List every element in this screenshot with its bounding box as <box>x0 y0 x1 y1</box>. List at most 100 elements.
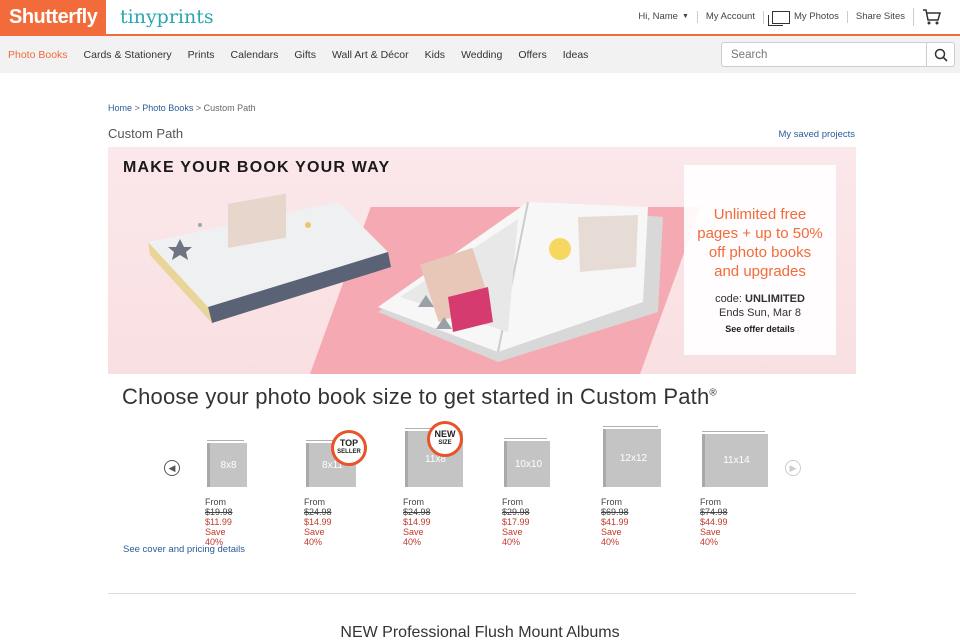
price-block: From $24.98 $14.99 Save 40% <box>403 497 431 547</box>
promo-end-date: Ends Sun, Mar 8 <box>719 307 801 319</box>
promo-code: code: UNLIMITED <box>684 292 836 306</box>
chevron-left-icon: ◀ <box>168 462 176 473</box>
choose-size-text: Choose your photo book size to get start… <box>122 384 710 409</box>
nav-item[interactable]: Calendars <box>223 49 287 61</box>
badge-line: SELLER <box>337 449 361 455</box>
registered-mark: ® <box>709 387 717 399</box>
sale-price: $17.99 <box>502 517 530 527</box>
hero-headline: MAKE YOUR BOOK YOUR WAY <box>123 159 391 176</box>
regular-price: From $24.98 <box>403 497 431 517</box>
search-button[interactable] <box>926 43 954 66</box>
price-block: From $69.98 $41.99 Save 40% <box>601 497 629 547</box>
breadcrumb-current: Custom Path <box>203 103 256 113</box>
regular-price: From $19.98 <box>205 497 233 517</box>
sale-price: $41.99 <box>601 517 629 527</box>
breadcrumb-home[interactable]: Home <box>108 103 132 113</box>
sale-price: $11.99 <box>205 517 232 527</box>
book-size-label: 10x10 <box>514 458 543 470</box>
choose-size-heading: Choose your photo book size to get start… <box>122 384 717 410</box>
tinyprints-logo[interactable]: tinyprints <box>120 6 214 28</box>
book-size-label: 8x8 <box>220 459 237 471</box>
badge-line: TOP <box>339 438 359 448</box>
from-label: From <box>601 497 622 507</box>
nav-item[interactable]: Ideas <box>555 49 597 61</box>
offer-details-link[interactable]: See offer details <box>684 324 836 334</box>
book-size-thumbnail[interactable]: 11x14 <box>702 431 768 487</box>
was-price: $19.98 <box>205 507 233 517</box>
nav-item[interactable]: Prints <box>180 49 223 61</box>
breadcrumb: Home > Photo Books > Custom Path <box>108 103 256 113</box>
regular-price: From $74.98 <box>700 497 728 517</box>
regular-price: From $69.98 <box>601 497 629 517</box>
promo-code-value: UNLIMITED <box>745 293 805 305</box>
nav-items: Photo Books Cards & Stationery Prints Calen… <box>0 36 596 73</box>
price-block: From $24.98 $14.99 Save 40% <box>304 497 332 547</box>
nav-item[interactable]: Kids <box>417 49 453 61</box>
saved-projects-link[interactable]: My saved projects <box>778 129 855 140</box>
see-cover-pricing-link[interactable]: See cover and pricing details <box>123 544 245 555</box>
closed-baby-book <box>148 193 391 323</box>
share-sites-link[interactable]: Share Sites <box>846 11 913 23</box>
was-price: $29.98 <box>502 507 530 517</box>
account-links: Hi, Name ▼ My Account My Photos Share Si… <box>630 0 950 34</box>
breadcrumb-separator: > <box>193 103 204 113</box>
nav-item[interactable]: Wedding <box>453 49 510 61</box>
sale-price: $44.99 <box>700 517 728 527</box>
promo-line: and upgrades <box>714 263 806 280</box>
sale-price: $14.99 <box>304 517 332 527</box>
search-input[interactable] <box>722 43 927 66</box>
price-block: From $29.98 $17.99 Save 40% <box>502 497 530 547</box>
sale-price: $14.99 <box>403 517 431 527</box>
badge-line: NEW <box>434 429 456 439</box>
cart-button[interactable] <box>913 8 950 26</box>
flush-mount-heading: NEW Professional Flush Mount Albums <box>340 624 620 640</box>
was-price: $24.98 <box>403 507 431 517</box>
from-label: From <box>304 497 325 507</box>
book-size-label: 12x12 <box>619 452 648 464</box>
book-size-thumbnail[interactable]: 8x8 <box>207 440 247 487</box>
savings-label: Save 40% <box>502 527 523 547</box>
savings-label: Save 40% <box>304 527 325 547</box>
promo-badge: NEW SIZE <box>427 421 463 457</box>
was-price: $24.98 <box>304 507 332 517</box>
user-greeting: Hi, Name <box>638 11 678 22</box>
from-label: From <box>700 497 721 507</box>
promo-message: Unlimited free pages + up to 50% off pho… <box>684 165 836 281</box>
book-size-thumbnail[interactable]: 10x10 <box>504 438 550 487</box>
cart-icon <box>923 9 941 25</box>
from-label: From <box>403 497 424 507</box>
carousel-prev-button[interactable]: ◀ <box>164 460 180 476</box>
user-menu[interactable]: Hi, Name ▼ <box>630 11 697 23</box>
my-account-label: My Account <box>705 11 755 22</box>
share-sites-label: Share Sites <box>855 11 905 22</box>
from-label: From <box>502 497 523 507</box>
hero-banner[interactable]: MAKE YOUR BOOK YOUR WAY Unlimited free p… <box>108 147 856 374</box>
nav-item[interactable]: Offers <box>510 49 554 61</box>
book-size-thumbnail[interactable]: 12x12 <box>603 426 661 487</box>
my-photos-link[interactable]: My Photos <box>762 10 847 26</box>
nav-item[interactable]: Cards & Stationery <box>76 49 180 61</box>
photos-icon <box>767 10 790 26</box>
breadcrumb-photo-books[interactable]: Photo Books <box>142 103 193 113</box>
carousel-next-button[interactable]: ▶ <box>785 460 801 476</box>
savings-label: Save 40% <box>601 527 622 547</box>
search-icon <box>934 48 948 62</box>
promo-line: pages + up to 50% <box>697 225 823 242</box>
my-account-link[interactable]: My Account <box>696 11 763 23</box>
shutterfly-logo[interactable]: Shutterfly <box>0 0 106 34</box>
breadcrumb-separator: > <box>132 103 143 113</box>
badge-line: SIZE <box>438 440 452 446</box>
chevron-right-icon: ▶ <box>789 462 797 473</box>
price-block: From $74.98 $44.99 Save 40% <box>700 497 728 547</box>
hero-photo-books-image <box>148 193 663 362</box>
search-box <box>721 42 955 67</box>
nav-item[interactable]: Photo Books <box>0 49 76 61</box>
savings-label: Save 40% <box>700 527 721 547</box>
nav-item[interactable]: Gifts <box>286 49 324 61</box>
regular-price: From $29.98 <box>502 497 530 517</box>
nav-item[interactable]: Wall Art & Décor <box>324 49 417 61</box>
top-bar: Shutterfly tinyprints Hi, Name ▼ My Acco… <box>0 0 960 36</box>
promo-line: off photo books <box>708 244 812 261</box>
regular-price: From $24.98 <box>304 497 332 517</box>
open-baby-book <box>378 201 663 362</box>
